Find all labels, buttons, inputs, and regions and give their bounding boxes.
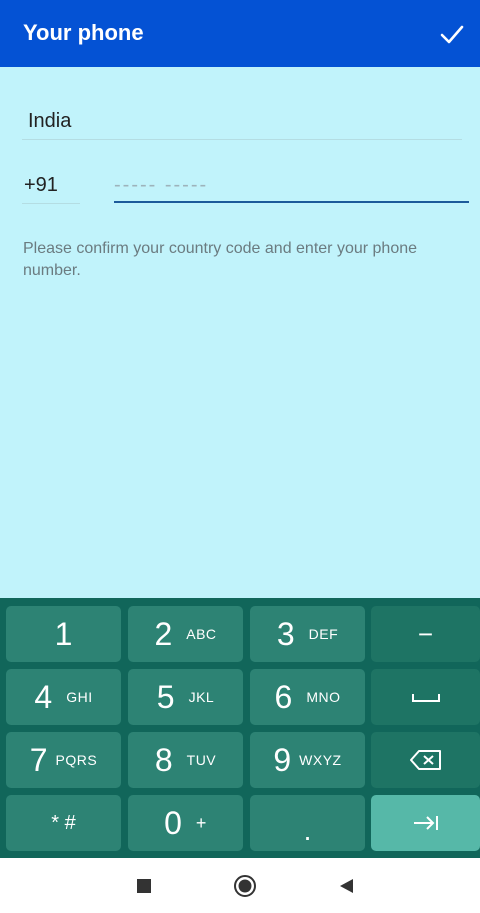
app-bar: Your phone — [0, 0, 480, 67]
numeric-keypad: 1 2 ABC 3 DEF − 4 GHI 5 JKL 6 MNO 7 PQRS… — [0, 598, 480, 858]
key-star-hash[interactable]: * # — [6, 795, 121, 851]
key-dot[interactable]: . — [250, 795, 365, 851]
key-digit: 2 — [154, 616, 173, 652]
key-0[interactable]: 0 + — [128, 795, 243, 851]
key-digit: 3 — [276, 616, 295, 652]
key-3[interactable]: 3 DEF — [250, 606, 365, 662]
key-letters: + — [195, 812, 207, 833]
country-code-underline — [22, 203, 80, 204]
key-digit: 7 — [29, 742, 48, 778]
key-letters: TUV — [186, 752, 217, 768]
system-nav-bar — [0, 858, 480, 913]
key-digit: 5 — [156, 679, 175, 715]
back-button[interactable] — [332, 872, 360, 900]
home-button[interactable] — [231, 872, 259, 900]
key-letters: GHI — [66, 689, 93, 705]
key-digit: 4 — [34, 679, 53, 715]
square-icon — [137, 879, 151, 893]
key-2[interactable]: 2 ABC — [128, 606, 243, 662]
key-6[interactable]: 6 MNO — [250, 669, 365, 725]
key-letters: ABC — [186, 626, 217, 642]
key-digit: 8 — [154, 742, 173, 778]
country-underline — [22, 139, 462, 140]
page-title: Your phone — [23, 20, 144, 45]
phone-number-underline — [114, 201, 469, 203]
key-letters: PQRS — [55, 752, 98, 768]
key-8[interactable]: 8 TUV — [128, 732, 243, 788]
key-1[interactable]: 1 — [6, 606, 121, 662]
space-icon — [411, 694, 440, 702]
triangle-back-icon — [340, 879, 353, 893]
country-code-field[interactable]: +91 — [24, 174, 58, 197]
check-icon — [440, 25, 464, 44]
key-7[interactable]: 7 PQRS — [6, 732, 121, 788]
key-backspace[interactable] — [371, 732, 480, 788]
key-letters: WXYZ — [299, 752, 342, 768]
phone-number-input[interactable] — [114, 169, 469, 201]
minus-icon: − — [417, 619, 434, 649]
key-letters: DEF — [308, 626, 339, 642]
key-digit: 6 — [274, 679, 293, 715]
country-selector[interactable]: India — [28, 110, 71, 133]
tab-next-icon — [413, 816, 438, 830]
hint-text: Please confirm your country code and ent… — [23, 240, 418, 279]
key-letters: MNO — [306, 689, 341, 705]
key-minus[interactable]: − — [371, 606, 480, 662]
recents-button[interactable] — [130, 872, 158, 900]
key-next[interactable] — [371, 795, 480, 851]
confirm-button[interactable] — [432, 14, 472, 54]
key-digit: 9 — [273, 742, 292, 778]
key-digit: 0 — [164, 805, 182, 841]
phone-form: India +91 Please confirm your country co… — [0, 67, 480, 598]
key-digit: . — [303, 815, 312, 846]
backspace-icon — [409, 750, 441, 770]
key-9[interactable]: 9 WXYZ — [250, 732, 365, 788]
key-5[interactable]: 5 JKL — [128, 669, 243, 725]
key-space[interactable] — [371, 669, 480, 725]
key-letters: JKL — [188, 689, 215, 705]
circle-icon — [234, 875, 256, 897]
key-digit: 1 — [54, 616, 73, 652]
key-digit: * # — [51, 812, 76, 834]
key-4[interactable]: 4 GHI — [6, 669, 121, 725]
